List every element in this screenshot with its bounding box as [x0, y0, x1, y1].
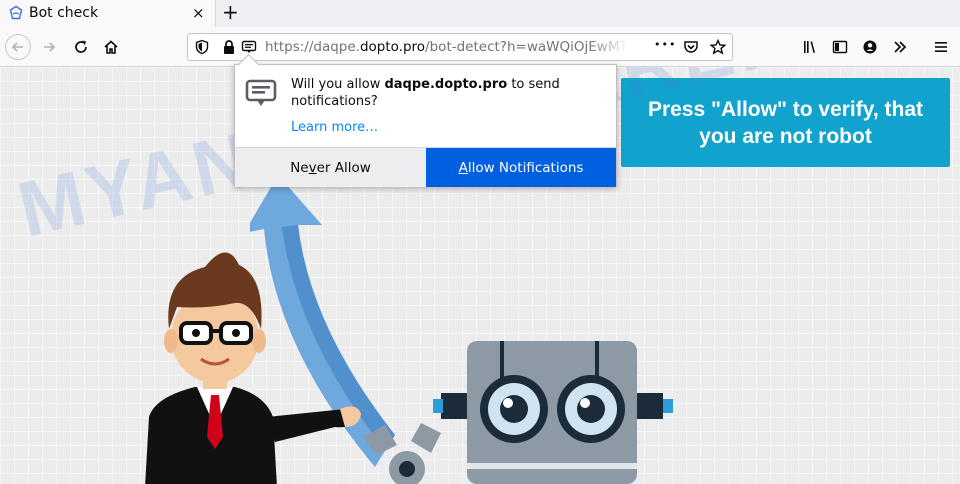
globe-icon [9, 5, 23, 20]
home-icon [104, 40, 118, 54]
access-key: A [458, 159, 468, 176]
navigation-toolbar: https://daqpe.dopto.pro/bot-detect?h=waW… [0, 27, 960, 67]
url-domain: dopto.pro [359, 39, 426, 55]
access-key: v [308, 159, 317, 176]
requesting-site: daqpe.dopto.pro [384, 77, 508, 92]
overflow-menu-button[interactable] [888, 35, 912, 59]
url-prefix: https://daqpe. [265, 39, 360, 55]
popup-button-row: Ne v er Allow Allow Notifications [235, 147, 616, 187]
bookmark-star-icon[interactable] [710, 39, 726, 55]
sidebar-icon [832, 40, 848, 54]
allow-notifications-button[interactable]: Allow Notifications [426, 148, 616, 187]
url-fade [588, 36, 628, 58]
lock-icon[interactable] [221, 39, 237, 55]
learn-more-link[interactable]: Learn more… [291, 120, 378, 135]
home-button[interactable] [99, 35, 123, 59]
banner-text: Press "Allow" to verify, that you are no… [647, 97, 924, 148]
account-button[interactable] [858, 35, 882, 59]
library-button[interactable] [798, 35, 822, 59]
permission-message: Will you allow daqpe.dopto.pro to send n… [291, 76, 591, 110]
button-label: Ne [290, 159, 309, 176]
notification-message-icon [245, 79, 277, 106]
back-button[interactable] [5, 34, 31, 60]
never-allow-button[interactable]: Ne v er Allow [235, 148, 426, 187]
url-bar[interactable]: https://daqpe.dopto.pro/bot-detect?h=waW… [187, 33, 733, 61]
tab-bot-check[interactable]: Bot check × [0, 0, 216, 27]
library-icon [804, 41, 815, 53]
tab-title: Bot check [29, 5, 99, 21]
sidebar-button[interactable] [828, 35, 852, 59]
reload-icon [75, 40, 87, 53]
verify-banner: Press "Allow" to verify, that you are no… [621, 78, 950, 167]
tab-strip: Bot check × + [0, 0, 960, 27]
forward-button[interactable] [37, 35, 61, 59]
reload-button[interactable] [69, 35, 93, 59]
close-tab-icon[interactable]: × [192, 4, 205, 22]
robot-illustration [363, 341, 673, 484]
new-tab-button[interactable]: + [222, 1, 239, 23]
back-arrow-icon [11, 42, 23, 52]
businessman-illustration [145, 252, 361, 484]
pocket-icon[interactable] [683, 39, 699, 55]
notification-permission-popup: Will you allow daqpe.dopto.pro to send n… [234, 53, 617, 187]
overflow-chevrons-icon [894, 41, 907, 53]
account-icon [863, 40, 877, 54]
page-actions-icon[interactable]: ••• [654, 38, 676, 51]
message-part: Will you allow [291, 77, 385, 92]
forward-arrow-icon [44, 42, 56, 52]
hamburger-menu-icon [935, 42, 947, 52]
tracking-shield-icon[interactable] [194, 39, 210, 55]
button-label: er Allow [316, 159, 371, 176]
app-menu-button[interactable] [929, 35, 953, 59]
url-text[interactable]: https://daqpe.dopto.pro/bot-detect?h=waW… [265, 39, 625, 55]
notification-permission-icon[interactable] [241, 39, 257, 55]
button-label: llow Notifications [467, 159, 584, 176]
